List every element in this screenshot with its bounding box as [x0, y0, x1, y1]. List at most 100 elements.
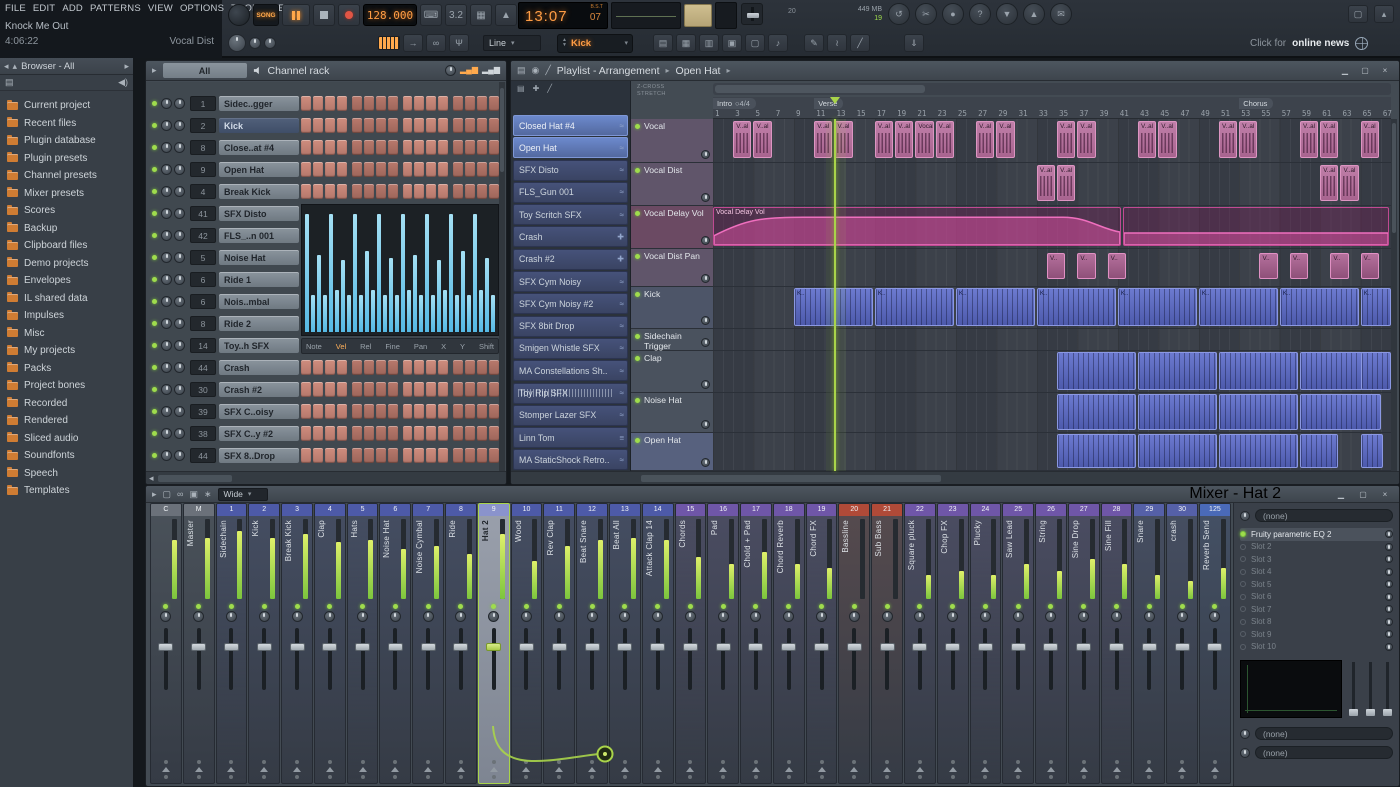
strip-mute-led[interactable] [839, 602, 869, 611]
route-arrow-icon[interactable] [948, 767, 957, 772]
strip-mute-led[interactable] [610, 602, 640, 611]
strip-pan-knob[interactable] [947, 611, 959, 622]
strip-fader[interactable] [1134, 625, 1164, 693]
playlist-lane-clap[interactable] [713, 351, 1392, 393]
strip-fader[interactable] [708, 625, 738, 693]
clip-vocal[interactable]: V..al [1138, 121, 1157, 158]
clip-vocal[interactable]: V..al [733, 121, 752, 158]
browser-item-recorded[interactable]: Recorded [0, 395, 133, 413]
step-cell[interactable] [336, 382, 347, 397]
step-cell[interactable] [426, 96, 437, 111]
mixer-strip-string[interactable]: 26 String [1035, 503, 1067, 784]
step-cell[interactable] [414, 360, 425, 375]
render-icon[interactable]: ▲ [1023, 3, 1045, 25]
channel-volume-knob[interactable] [174, 120, 185, 131]
picker-item-sfx-cym-noisy-2[interactable]: SFX Cym Noisy #2 ≈ [513, 293, 628, 315]
step-cell[interactable] [426, 184, 437, 199]
send-dot[interactable] [753, 775, 758, 779]
strip-fader[interactable] [315, 625, 345, 693]
strip-pan-knob[interactable] [848, 611, 860, 622]
strip-pan-knob[interactable] [258, 611, 270, 622]
step-cell[interactable] [324, 404, 335, 419]
step-cell[interactable] [336, 118, 347, 133]
strip-fader[interactable] [479, 625, 509, 693]
fx-slot-1[interactable]: Fruity parametric EQ 2 [1240, 528, 1393, 541]
channel-button-crash[interactable]: Crash [219, 360, 299, 375]
step-cell[interactable] [387, 426, 398, 441]
step-cell[interactable] [465, 96, 476, 111]
browser-item-templates[interactable]: Templates [0, 482, 133, 500]
playlist-vertical-scrollbar[interactable] [1391, 119, 1397, 471]
channel-volume-knob[interactable] [174, 296, 185, 307]
step-cell[interactable] [453, 184, 464, 199]
strip-mute-led[interactable] [446, 602, 476, 611]
velocity-bar[interactable] [359, 295, 363, 332]
step-cell[interactable] [453, 448, 464, 463]
picker-item-linn-tom[interactable]: Linn Tom ≡ [513, 427, 628, 449]
strip-pan-knob[interactable] [914, 611, 926, 622]
playlist-icon[interactable]: ▤ [653, 34, 673, 52]
clip-vocal[interactable]: V..al [1057, 121, 1076, 158]
clip-vocal-dist-pan[interactable]: V.. [1360, 253, 1379, 279]
browser-icon[interactable]: ▢ [745, 34, 765, 52]
velocity-bar[interactable] [365, 251, 369, 332]
step-cell[interactable] [363, 140, 374, 155]
velocity-bar[interactable] [443, 290, 447, 332]
browser-item-impulses[interactable]: Impulses [0, 307, 133, 325]
strip-mute-led[interactable] [348, 602, 378, 611]
clip-kick[interactable]: K.. [1360, 288, 1392, 326]
channel-mute-led[interactable] [152, 409, 157, 414]
strip-fader[interactable] [446, 625, 476, 693]
channel-volume-knob[interactable] [174, 186, 185, 197]
browser-item-envelopes[interactable]: Envelopes [0, 272, 133, 290]
strip-mute-led[interactable] [184, 602, 214, 611]
channel-pan-knob[interactable] [161, 208, 172, 219]
clip-kick[interactable]: K.. [1117, 288, 1197, 326]
strip-fader[interactable] [1003, 625, 1033, 693]
step-cell[interactable] [477, 162, 488, 177]
channel-mute-led[interactable] [152, 431, 157, 436]
step-cell[interactable] [351, 184, 362, 199]
picker-add-icon[interactable]: ✚ [533, 84, 540, 93]
graph-tab-fine[interactable]: Fine [385, 342, 400, 351]
clip-open-hat[interactable] [1219, 434, 1298, 468]
route-arrow-icon[interactable] [686, 767, 695, 772]
mixer-strip-chords[interactable]: 15 Chords [674, 503, 707, 784]
eq-band2-slider[interactable] [1365, 660, 1376, 718]
route-arrow-icon[interactable] [1178, 767, 1187, 772]
channel-pan-knob[interactable] [161, 98, 172, 109]
strip-pan-knob[interactable] [586, 611, 598, 622]
route-arrow-icon[interactable] [194, 767, 203, 772]
fx-input-selector[interactable]: (none) [1255, 509, 1393, 522]
channel-number[interactable]: 6 [190, 272, 216, 287]
clip-vocal[interactable]: V..al [1320, 121, 1339, 158]
step-cell[interactable] [426, 118, 437, 133]
step-cell[interactable] [402, 96, 413, 111]
graph-tab-rel[interactable]: Rel [360, 342, 371, 351]
step-cell[interactable] [426, 140, 437, 155]
channel-mute-led[interactable] [152, 343, 157, 348]
velocity-bar[interactable] [329, 214, 333, 332]
step-cell[interactable] [402, 140, 413, 155]
step-cell[interactable] [324, 96, 335, 111]
fx-slot-led[interactable] [1240, 618, 1246, 625]
route-arrow-icon[interactable] [1079, 767, 1088, 772]
fader-handle[interactable] [1043, 643, 1059, 651]
strip-fader[interactable] [971, 625, 1001, 693]
fader-handle[interactable] [650, 643, 666, 651]
typing-to-piano-icon[interactable] [378, 36, 400, 50]
channel-number[interactable]: 39 [190, 404, 216, 419]
slide-icon[interactable]: ≀ [827, 34, 847, 52]
strip-fader[interactable] [184, 625, 214, 693]
fx-output2-selector[interactable]: (none) [1255, 746, 1393, 759]
fx-slot-5[interactable]: Slot 5 [1240, 578, 1393, 591]
velocity-bar[interactable] [371, 290, 375, 332]
step-cell[interactable] [414, 96, 425, 111]
strip-pan-knob[interactable] [1209, 611, 1221, 622]
spectrum-icon[interactable] [715, 2, 737, 29]
strip-pan-knob[interactable] [389, 611, 401, 622]
mixer-strip-master[interactable]: M Master [182, 503, 215, 784]
channel-button-kick[interactable]: Kick [219, 118, 299, 133]
clip-vocal[interactable]: V..al [1077, 121, 1096, 158]
mixer-strip-attack-clap-14[interactable]: 14 Attack Clap 14 [641, 503, 674, 784]
